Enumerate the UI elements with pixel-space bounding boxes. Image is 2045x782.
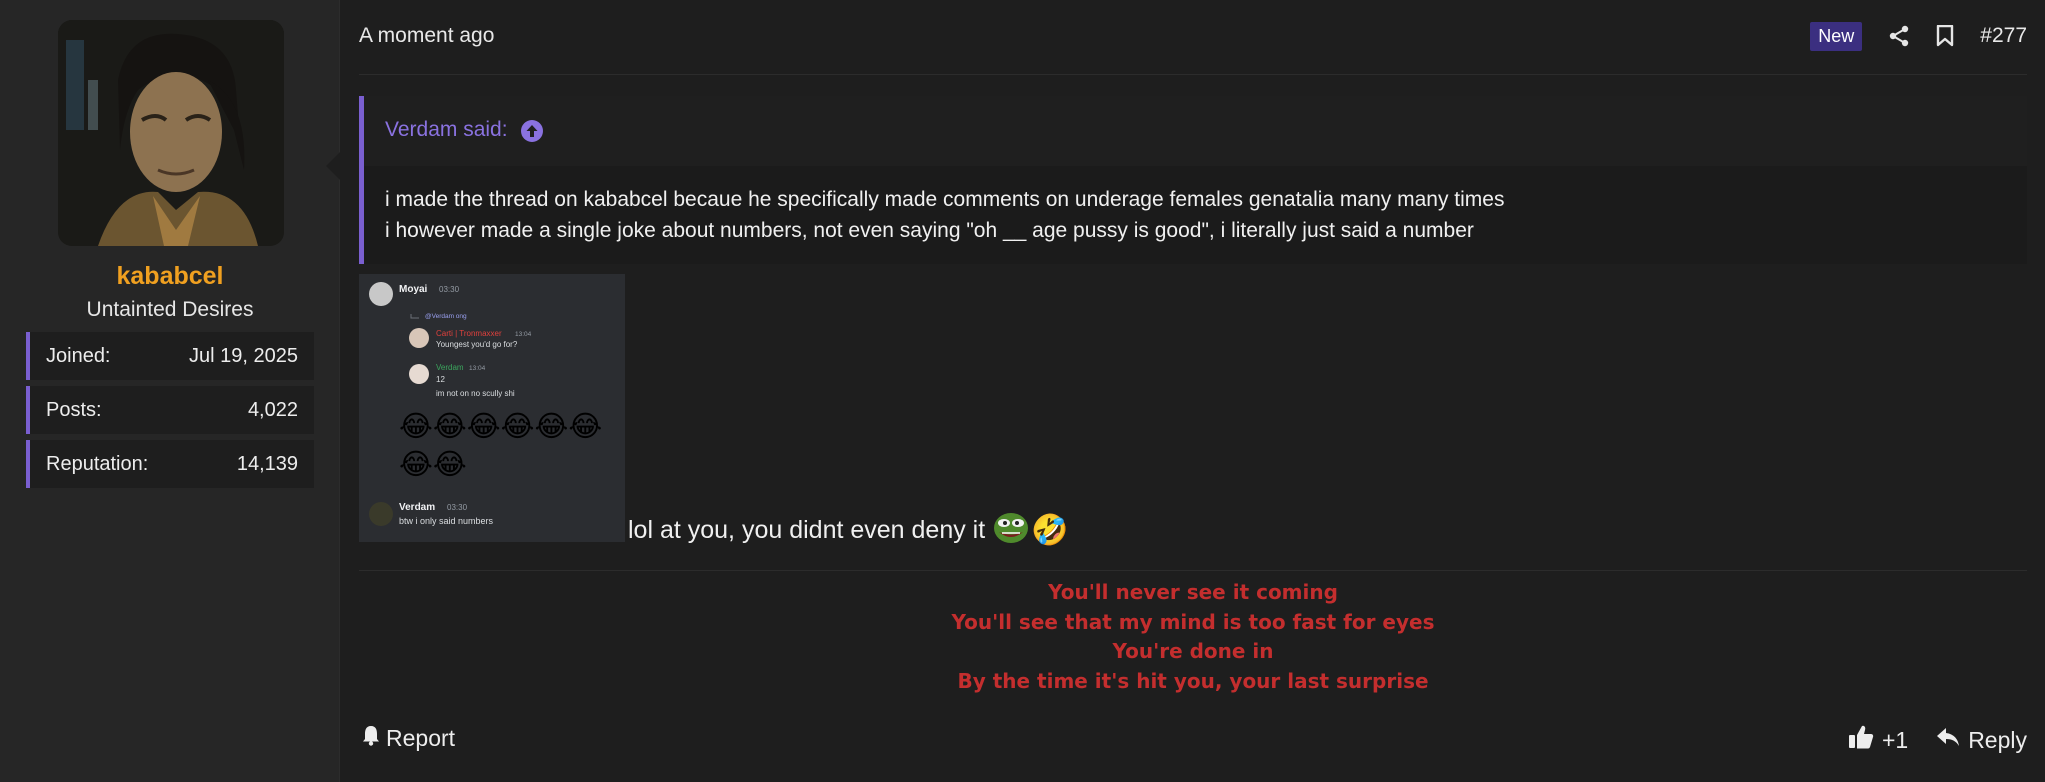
stat-value: 14,139 bbox=[236, 452, 298, 475]
discord-screenshot: Moyai 03:30 @Verdam ong Carti | Tronmaxx… bbox=[359, 274, 625, 542]
signature-divider bbox=[359, 570, 2027, 571]
quote-line: i however made a single joke about numbe… bbox=[385, 219, 1474, 242]
pepe-emoji bbox=[993, 510, 1029, 551]
avatar-icon bbox=[369, 282, 393, 306]
avatar-icon bbox=[409, 328, 429, 348]
stat-label: Reputation: bbox=[46, 452, 149, 475]
signature-line: You'll never see it coming bbox=[1048, 580, 1338, 604]
share-icon[interactable] bbox=[1888, 25, 1910, 47]
avatar-icon bbox=[369, 502, 393, 526]
post-header-actions: New #277 bbox=[1810, 20, 2027, 52]
quote-header: Verdam said: bbox=[364, 96, 2027, 166]
stat-joined: Joined: Jul 19, 2025 bbox=[26, 332, 314, 380]
reply-icon bbox=[1936, 726, 1960, 754]
signature-line: You're done in bbox=[1112, 639, 1274, 663]
emoji-row: 😂😂 bbox=[399, 447, 467, 481]
new-badge: New bbox=[1810, 21, 1863, 51]
msg-author: Moyai bbox=[399, 284, 428, 295]
signature: You'll never see it coming You'll see th… bbox=[359, 578, 2027, 696]
avatar-icon bbox=[409, 364, 429, 384]
msg-time: 13:04 bbox=[469, 365, 486, 372]
attached-screenshot[interactable]: Moyai 03:30 @Verdam ong Carti | Tronmaxx… bbox=[359, 274, 625, 542]
quote-line: i made the thread on kababcel becaue he … bbox=[385, 188, 1505, 211]
post-actions: +1 Reply bbox=[1848, 724, 2027, 756]
quote-body: i made the thread on kababcel becaue he … bbox=[364, 166, 2027, 246]
msg-time: 13:04 bbox=[515, 331, 532, 338]
msg-time: 03:30 bbox=[447, 503, 468, 512]
header-divider bbox=[359, 74, 2027, 75]
bell-icon bbox=[362, 724, 380, 752]
reply-reference: @Verdam ong bbox=[425, 313, 467, 320]
username[interactable]: kababcel bbox=[0, 262, 340, 291]
msg-author: Verdam bbox=[436, 363, 464, 372]
post-body-text: lol at you, you didnt even deny it 🤣 bbox=[628, 510, 1069, 551]
user-title: Untainted Desires bbox=[86, 298, 254, 321]
report-label: Report bbox=[386, 724, 456, 751]
msg-text: 12 bbox=[436, 375, 445, 384]
stat-label: Joined: bbox=[46, 344, 111, 367]
reaction-count: +1 bbox=[1881, 726, 1909, 753]
msg-author: Carti | Tronmaxxer bbox=[436, 329, 502, 338]
stat-posts: Posts: 4,022 bbox=[26, 386, 314, 434]
sidebar-notch bbox=[326, 152, 340, 180]
stat-label: Posts: bbox=[46, 398, 102, 421]
signature-line: By the time it's hit you, your last surp… bbox=[957, 668, 1429, 693]
msg-author: Verdam bbox=[399, 502, 435, 513]
msg-text: im not on no scully shi bbox=[436, 389, 515, 398]
reply-button[interactable]: Reply bbox=[1936, 726, 2027, 754]
reply-label: Reply bbox=[1968, 726, 2027, 753]
stat-value: 4,022 bbox=[247, 398, 298, 421]
arrow-up-circle-icon[interactable] bbox=[520, 119, 544, 149]
rofl-emoji: 🤣 bbox=[1031, 513, 1069, 548]
quote-block: Verdam said: i made the thread on kababc… bbox=[359, 96, 2027, 264]
signature-line: You'll see that my mind is too fast for … bbox=[951, 609, 1435, 634]
msg-text: Youngest you'd go for? bbox=[436, 340, 518, 349]
msg-time: 03:30 bbox=[439, 285, 460, 294]
report-button[interactable]: Report bbox=[362, 724, 455, 752]
body-text: lol at you, you didnt even deny it bbox=[628, 516, 986, 544]
stat-value: Jul 19, 2025 bbox=[189, 344, 298, 367]
stat-reputation: Reputation: 14,139 bbox=[26, 440, 314, 488]
user-sidebar: kababcel Untainted Desires Joined: Jul 1… bbox=[0, 0, 340, 782]
post-number-link[interactable]: #277 bbox=[1980, 24, 2027, 48]
msg-text: btw i only said numbers bbox=[399, 516, 494, 526]
post-timestamp[interactable]: A moment ago bbox=[359, 24, 494, 48]
bookmark-icon[interactable] bbox=[1936, 25, 1954, 47]
thumbs-up-icon bbox=[1848, 724, 1874, 756]
quote-author-link[interactable]: Verdam said: bbox=[385, 118, 508, 142]
user-avatar[interactable] bbox=[58, 20, 284, 246]
avatar-portrait bbox=[58, 20, 284, 246]
emoji-row: 😂😂😂😂😂😂 bbox=[399, 409, 602, 443]
like-button[interactable]: +1 bbox=[1848, 724, 1908, 756]
